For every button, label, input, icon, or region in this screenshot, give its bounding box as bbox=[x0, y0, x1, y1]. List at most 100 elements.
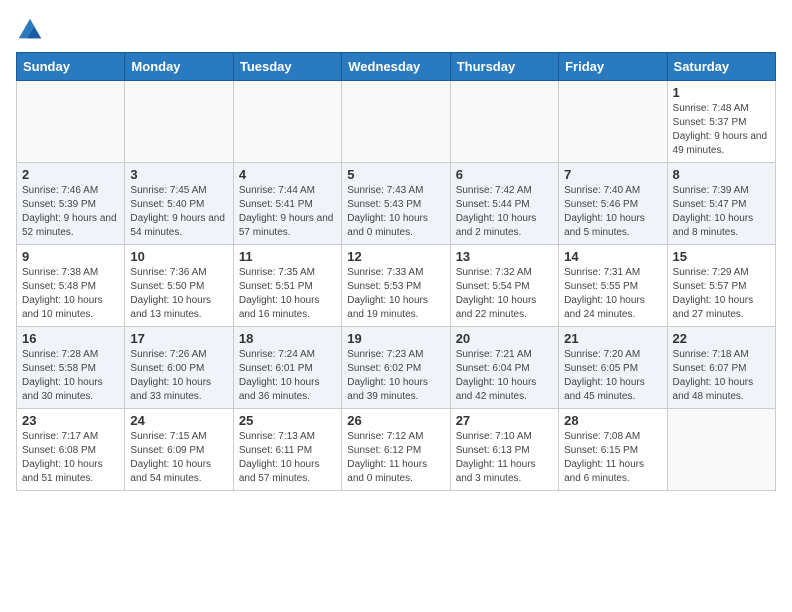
weekday-header-friday: Friday bbox=[559, 53, 667, 81]
calendar: SundayMondayTuesdayWednesdayThursdayFrid… bbox=[16, 52, 776, 491]
calendar-cell bbox=[667, 409, 775, 491]
calendar-cell: 23 Sunrise: 7:17 AM Sunset: 6:08 PM Dayli… bbox=[17, 409, 125, 491]
calendar-cell: 1 Sunrise: 7:48 AM Sunset: 5:37 PM Daylig… bbox=[667, 81, 775, 163]
calendar-cell: 22 Sunrise: 7:18 AM Sunset: 6:07 PM Dayli… bbox=[667, 327, 775, 409]
calendar-cell: 6Sunrise: 7:42 AM Sunset: 5:44 PM Daylig… bbox=[450, 163, 558, 245]
calendar-cell bbox=[125, 81, 233, 163]
calendar-cell bbox=[342, 81, 450, 163]
day-info: Sunrise: 7:13 AM Sunset: 6:11 PM Dayligh… bbox=[239, 430, 336, 486]
day-number: 18 bbox=[239, 331, 336, 346]
day-number: 11 bbox=[239, 249, 336, 264]
calendar-cell: 16 Sunrise: 7:28 AM Sunset: 5:58 PM Dayli… bbox=[17, 327, 125, 409]
calendar-cell: 27 Sunrise: 7:10 AM Sunset: 6:13 PM Dayli… bbox=[450, 409, 558, 491]
day-number: 16 bbox=[22, 331, 119, 346]
day-info: Sunrise: 7:43 AM Sunset: 5:43 PM Dayligh… bbox=[347, 184, 444, 240]
calendar-cell: 13Sunrise: 7:32 AM Sunset: 5:54 PM Dayli… bbox=[450, 245, 558, 327]
calendar-week-row: 23 Sunrise: 7:17 AM Sunset: 6:08 PM Dayli… bbox=[17, 409, 776, 491]
calendar-cell bbox=[17, 81, 125, 163]
calendar-cell: 28 Sunrise: 7:08 AM Sunset: 6:15 PM Dayli… bbox=[559, 409, 667, 491]
calendar-cell bbox=[450, 81, 558, 163]
weekday-header-thursday: Thursday bbox=[450, 53, 558, 81]
calendar-cell: 4 Sunrise: 7:44 AM Sunset: 5:41 PM Daylig… bbox=[233, 163, 341, 245]
calendar-cell: 7Sunrise: 7:40 AM Sunset: 5:46 PM Daylig… bbox=[559, 163, 667, 245]
day-info: Sunrise: 7:08 AM Sunset: 6:15 PM Dayligh… bbox=[564, 430, 661, 486]
day-info: Sunrise: 7:48 AM Sunset: 5:37 PM Dayligh… bbox=[673, 102, 770, 158]
calendar-cell: 2 Sunrise: 7:46 AM Sunset: 5:39 PM Daylig… bbox=[17, 163, 125, 245]
calendar-cell: 26 Sunrise: 7:12 AM Sunset: 6:12 PM Dayli… bbox=[342, 409, 450, 491]
day-number: 9 bbox=[22, 249, 119, 264]
calendar-cell: 10 Sunrise: 7:36 AM Sunset: 5:50 PM Dayli… bbox=[125, 245, 233, 327]
day-info: Sunrise: 7:23 AM Sunset: 6:02 PM Dayligh… bbox=[347, 348, 444, 404]
day-number: 12 bbox=[347, 249, 444, 264]
calendar-week-row: 2 Sunrise: 7:46 AM Sunset: 5:39 PM Daylig… bbox=[17, 163, 776, 245]
day-number: 4 bbox=[239, 167, 336, 182]
day-number: 19 bbox=[347, 331, 444, 346]
day-number: 22 bbox=[673, 331, 770, 346]
day-info: Sunrise: 7:24 AM Sunset: 6:01 PM Dayligh… bbox=[239, 348, 336, 404]
day-number: 1 bbox=[673, 85, 770, 100]
calendar-cell: 17 Sunrise: 7:26 AM Sunset: 6:00 PM Dayli… bbox=[125, 327, 233, 409]
day-info: Sunrise: 7:33 AM Sunset: 5:53 PM Dayligh… bbox=[347, 266, 444, 322]
calendar-cell: 8Sunrise: 7:39 AM Sunset: 5:47 PM Daylig… bbox=[667, 163, 775, 245]
day-number: 25 bbox=[239, 413, 336, 428]
calendar-cell: 3 Sunrise: 7:45 AM Sunset: 5:40 PM Daylig… bbox=[125, 163, 233, 245]
day-info: Sunrise: 7:20 AM Sunset: 6:05 PM Dayligh… bbox=[564, 348, 661, 404]
logo-icon bbox=[16, 16, 44, 44]
day-info: Sunrise: 7:15 AM Sunset: 6:09 PM Dayligh… bbox=[130, 430, 227, 486]
calendar-cell: 21 Sunrise: 7:20 AM Sunset: 6:05 PM Dayli… bbox=[559, 327, 667, 409]
day-number: 21 bbox=[564, 331, 661, 346]
day-number: 2 bbox=[22, 167, 119, 182]
calendar-cell: 24 Sunrise: 7:15 AM Sunset: 6:09 PM Dayli… bbox=[125, 409, 233, 491]
day-number: 28 bbox=[564, 413, 661, 428]
calendar-cell: 12 Sunrise: 7:33 AM Sunset: 5:53 PM Dayli… bbox=[342, 245, 450, 327]
day-number: 20 bbox=[456, 331, 553, 346]
calendar-cell: 15Sunrise: 7:29 AM Sunset: 5:57 PM Dayli… bbox=[667, 245, 775, 327]
calendar-cell: 14 Sunrise: 7:31 AM Sunset: 5:55 PM Dayli… bbox=[559, 245, 667, 327]
day-number: 17 bbox=[130, 331, 227, 346]
calendar-cell bbox=[559, 81, 667, 163]
weekday-header-row: SundayMondayTuesdayWednesdayThursdayFrid… bbox=[17, 53, 776, 81]
day-info: Sunrise: 7:35 AM Sunset: 5:51 PM Dayligh… bbox=[239, 266, 336, 322]
day-info: Sunrise: 7:46 AM Sunset: 5:39 PM Dayligh… bbox=[22, 184, 119, 240]
day-info: Sunrise: 7:44 AM Sunset: 5:41 PM Dayligh… bbox=[239, 184, 336, 240]
calendar-week-row: 1 Sunrise: 7:48 AM Sunset: 5:37 PM Daylig… bbox=[17, 81, 776, 163]
day-info: Sunrise: 7:42 AM Sunset: 5:44 PM Dayligh… bbox=[456, 184, 553, 240]
day-info: Sunrise: 7:29 AM Sunset: 5:57 PM Dayligh… bbox=[673, 266, 770, 322]
calendar-cell: 25 Sunrise: 7:13 AM Sunset: 6:11 PM Dayli… bbox=[233, 409, 341, 491]
day-number: 3 bbox=[130, 167, 227, 182]
day-info: Sunrise: 7:10 AM Sunset: 6:13 PM Dayligh… bbox=[456, 430, 553, 486]
day-number: 10 bbox=[130, 249, 227, 264]
day-number: 26 bbox=[347, 413, 444, 428]
day-number: 7 bbox=[564, 167, 661, 182]
day-info: Sunrise: 7:26 AM Sunset: 6:00 PM Dayligh… bbox=[130, 348, 227, 404]
calendar-cell: 5 Sunrise: 7:43 AM Sunset: 5:43 PM Daylig… bbox=[342, 163, 450, 245]
day-number: 5 bbox=[347, 167, 444, 182]
weekday-header-monday: Monday bbox=[125, 53, 233, 81]
day-info: Sunrise: 7:12 AM Sunset: 6:12 PM Dayligh… bbox=[347, 430, 444, 486]
day-info: Sunrise: 7:18 AM Sunset: 6:07 PM Dayligh… bbox=[673, 348, 770, 404]
day-info: Sunrise: 7:36 AM Sunset: 5:50 PM Dayligh… bbox=[130, 266, 227, 322]
calendar-week-row: 9Sunrise: 7:38 AM Sunset: 5:48 PM Daylig… bbox=[17, 245, 776, 327]
weekday-header-wednesday: Wednesday bbox=[342, 53, 450, 81]
calendar-cell: 19 Sunrise: 7:23 AM Sunset: 6:02 PM Dayli… bbox=[342, 327, 450, 409]
day-info: Sunrise: 7:31 AM Sunset: 5:55 PM Dayligh… bbox=[564, 266, 661, 322]
day-number: 13 bbox=[456, 249, 553, 264]
weekday-header-saturday: Saturday bbox=[667, 53, 775, 81]
day-number: 14 bbox=[564, 249, 661, 264]
weekday-header-tuesday: Tuesday bbox=[233, 53, 341, 81]
day-number: 23 bbox=[22, 413, 119, 428]
logo bbox=[16, 16, 48, 44]
calendar-cell: 9Sunrise: 7:38 AM Sunset: 5:48 PM Daylig… bbox=[17, 245, 125, 327]
calendar-cell: 20 Sunrise: 7:21 AM Sunset: 6:04 PM Dayli… bbox=[450, 327, 558, 409]
calendar-cell bbox=[233, 81, 341, 163]
weekday-header-sunday: Sunday bbox=[17, 53, 125, 81]
calendar-week-row: 16 Sunrise: 7:28 AM Sunset: 5:58 PM Dayli… bbox=[17, 327, 776, 409]
day-info: Sunrise: 7:21 AM Sunset: 6:04 PM Dayligh… bbox=[456, 348, 553, 404]
day-number: 27 bbox=[456, 413, 553, 428]
day-info: Sunrise: 7:28 AM Sunset: 5:58 PM Dayligh… bbox=[22, 348, 119, 404]
day-info: Sunrise: 7:45 AM Sunset: 5:40 PM Dayligh… bbox=[130, 184, 227, 240]
calendar-cell: 11 Sunrise: 7:35 AM Sunset: 5:51 PM Dayli… bbox=[233, 245, 341, 327]
day-info: Sunrise: 7:17 AM Sunset: 6:08 PM Dayligh… bbox=[22, 430, 119, 486]
day-number: 24 bbox=[130, 413, 227, 428]
header bbox=[16, 16, 776, 44]
